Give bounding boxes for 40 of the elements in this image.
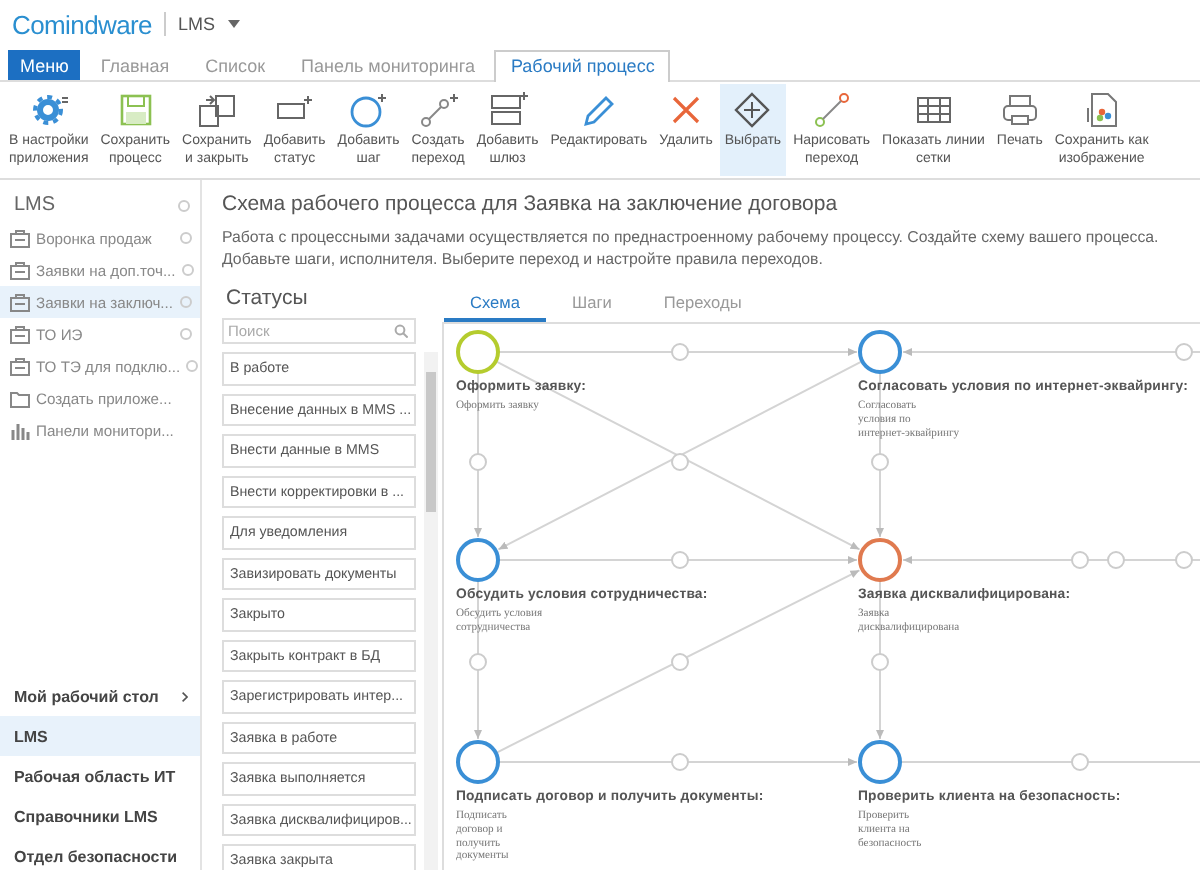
caret-icon[interactable]	[227, 20, 239, 28]
search-icon	[394, 324, 408, 338]
move-icon	[732, 90, 773, 130]
printer-icon	[999, 90, 1040, 130]
connector-plus-icon	[418, 90, 459, 130]
app-icon	[10, 261, 30, 279]
app-icon	[10, 325, 30, 343]
connector-icon	[811, 90, 852, 130]
statuses-heading: Статусы	[224, 284, 310, 314]
page-title: Схема рабочего процесса для Заявка на заключение договора	[222, 192, 840, 216]
ribbon-tab[interactable]: Рабочий процесс	[494, 50, 671, 82]
step-circle[interactable]	[858, 330, 902, 374]
diagram-tab[interactable]: Схема	[444, 286, 546, 322]
app-icon	[10, 293, 30, 311]
logo: Comindware	[12, 9, 152, 39]
ring-icon	[178, 199, 190, 211]
step-circle[interactable]	[456, 330, 500, 374]
app-icon	[10, 357, 30, 375]
save-close-icon	[196, 90, 237, 130]
gear-icon	[28, 90, 69, 130]
image-file-icon	[1081, 90, 1122, 130]
workspace-item[interactable]: Отдел безопасности	[0, 836, 200, 870]
chevron-icon	[182, 691, 188, 701]
sidebar-title: LMS	[14, 194, 56, 216]
circle-plus-icon	[348, 90, 389, 130]
step-circle[interactable]	[456, 538, 500, 582]
folder-icon	[10, 389, 30, 407]
step-circle[interactable]	[858, 740, 902, 784]
menu-button[interactable]: Меню	[8, 50, 81, 80]
stacked-rectangles-icon	[487, 90, 528, 130]
workspace-item[interactable]: Мой рабочий стол	[0, 676, 200, 716]
bar-chart-icon	[10, 421, 30, 439]
step-circle[interactable]	[858, 538, 902, 582]
workspace-item[interactable]: Рабочая область ИТ	[0, 756, 200, 796]
app-switcher-label[interactable]: LMS	[177, 14, 215, 34]
app-icon	[10, 229, 30, 247]
workspace-item[interactable]: Справочники LMS	[0, 796, 200, 836]
step-circle[interactable]	[456, 740, 500, 784]
workspace-item[interactable]: LMS	[0, 716, 200, 756]
scrollbar[interactable]	[424, 352, 438, 870]
